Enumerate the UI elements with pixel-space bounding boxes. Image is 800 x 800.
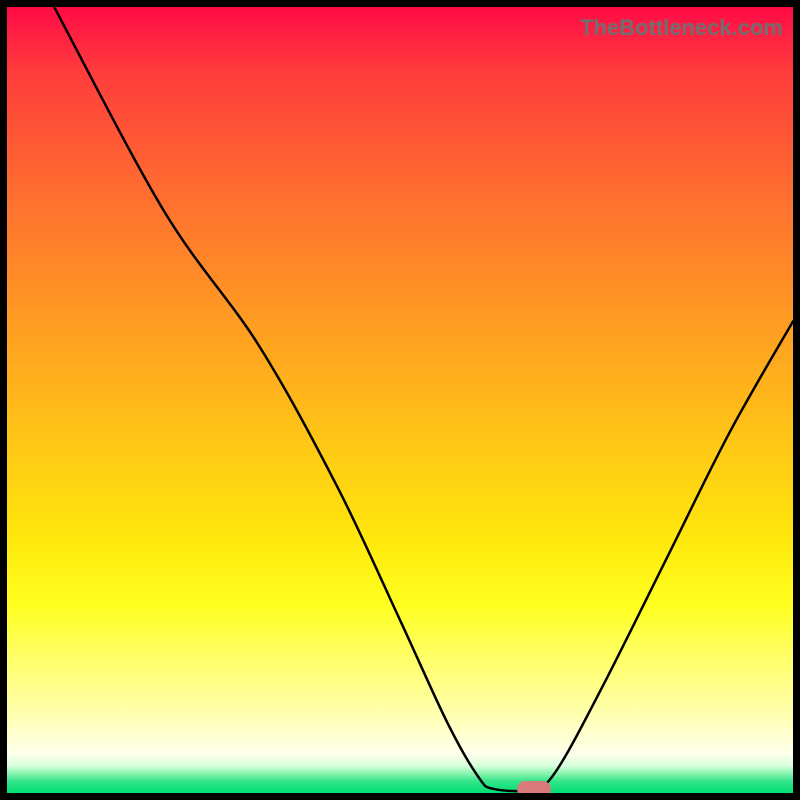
bottleneck-curve-path xyxy=(54,7,793,791)
bottleneck-chart: TheBottleneck.com xyxy=(0,0,800,800)
watermark-text: TheBottleneck.com xyxy=(580,15,783,41)
plot-area: TheBottleneck.com xyxy=(7,7,793,793)
curve-layer xyxy=(7,7,793,793)
minimum-marker xyxy=(517,781,551,793)
